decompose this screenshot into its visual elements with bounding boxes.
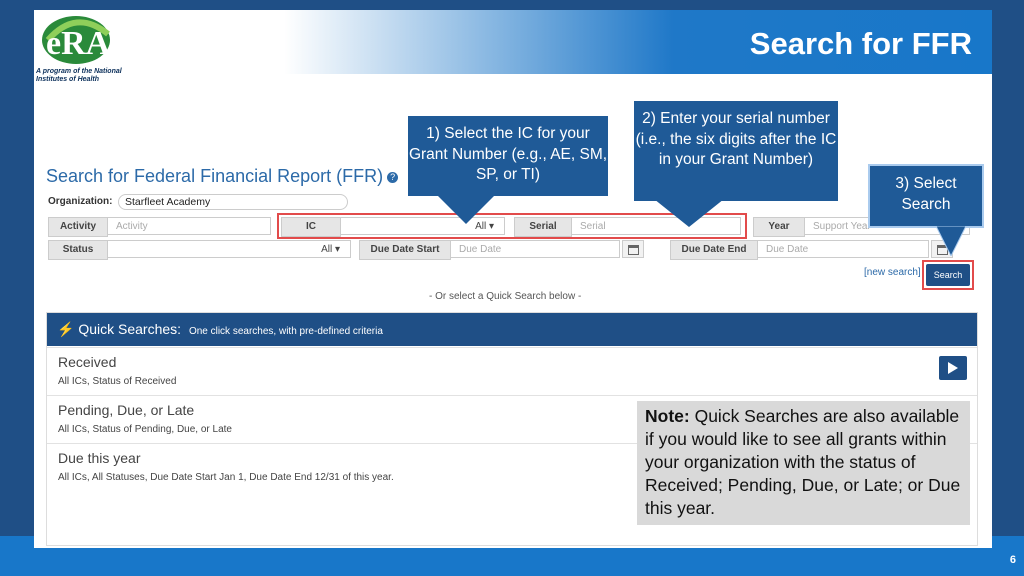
list-item[interactable]: Received All ICs, Status of Received <box>47 347 977 395</box>
form-title: Search for Federal Financial Report (FFR… <box>46 166 399 187</box>
quick-search-title: Due this year <box>58 450 141 466</box>
ic-label: IC <box>281 217 341 237</box>
due-date-start-input[interactable]: Due Date <box>450 240 620 258</box>
callout-arrow-2 <box>654 199 724 227</box>
status-label: Status <box>48 240 108 260</box>
slide-title: Search for FFR <box>749 26 972 61</box>
quick-searches-header: ⚡ Quick Searches: One click searches, wi… <box>47 313 977 346</box>
help-icon[interactable]: ? <box>387 171 399 183</box>
quick-searches-title-text: Quick Searches: <box>78 321 182 337</box>
new-search-link[interactable]: [new search] <box>864 267 921 278</box>
quick-search-desc: All ICs, Status of Pending, Due, or Late <box>58 424 232 435</box>
organization-field[interactable]: Starfleet Academy <box>118 194 348 210</box>
quick-search-desc: All ICs, All Statuses, Due Date Start Ja… <box>58 472 394 483</box>
status-select[interactable]: All ▾ <box>107 240 351 258</box>
note-box: Note: Quick Searches are also available … <box>637 401 970 525</box>
quick-search-hint: - Or select a Quick Search below - <box>429 291 582 302</box>
year-label: Year <box>753 217 805 237</box>
quick-searches-title: ⚡ Quick Searches: One click searches, wi… <box>57 321 383 338</box>
play-button[interactable] <box>939 356 967 380</box>
play-icon <box>948 362 958 374</box>
logo-subtitle: A program of the National Institutes of … <box>36 68 122 83</box>
callout-enter-serial: 2) Enter your serial number (i.e., the s… <box>634 101 838 201</box>
activity-label: Activity <box>48 217 108 237</box>
quick-search-title: Received <box>58 354 117 370</box>
serial-label: Serial <box>514 217 572 237</box>
header: eRA A program of the National Institutes… <box>34 10 992 83</box>
form-title-text: Search for Federal Financial Report (FFR… <box>46 166 384 186</box>
organization-label: Organization: <box>48 196 113 207</box>
due-date-start-label: Due Date Start <box>359 240 451 260</box>
callout-arrow-1 <box>436 194 496 224</box>
due-date-end-input[interactable]: Due Date <box>757 240 929 258</box>
due-date-end-label: Due Date End <box>670 240 758 260</box>
quick-search-desc: All ICs, Status of Received <box>58 376 177 387</box>
svg-text:eRA: eRA <box>46 25 111 62</box>
callout-select-ic: 1) Select the IC for your Grant Number (… <box>408 116 608 196</box>
page-number: 6 <box>1009 554 1016 566</box>
calendar-icon[interactable] <box>622 240 644 258</box>
quick-search-title: Pending, Due, or Late <box>58 402 195 418</box>
lightning-icon: ⚡ <box>57 321 75 337</box>
quick-searches-subtitle: One click searches, with pre-defined cri… <box>188 326 383 337</box>
note-text: Quick Searches are also available if you… <box>645 406 961 518</box>
note-label: Note: <box>645 406 690 426</box>
era-logo: eRA <box>38 14 118 75</box>
slide: eRA A program of the National Institutes… <box>34 10 992 548</box>
activity-input[interactable]: Activity <box>107 217 271 235</box>
callout-select-search: 3) Select Search <box>868 164 984 228</box>
search-button[interactable]: Search <box>926 264 970 286</box>
callout-arrow-3 <box>936 226 966 256</box>
